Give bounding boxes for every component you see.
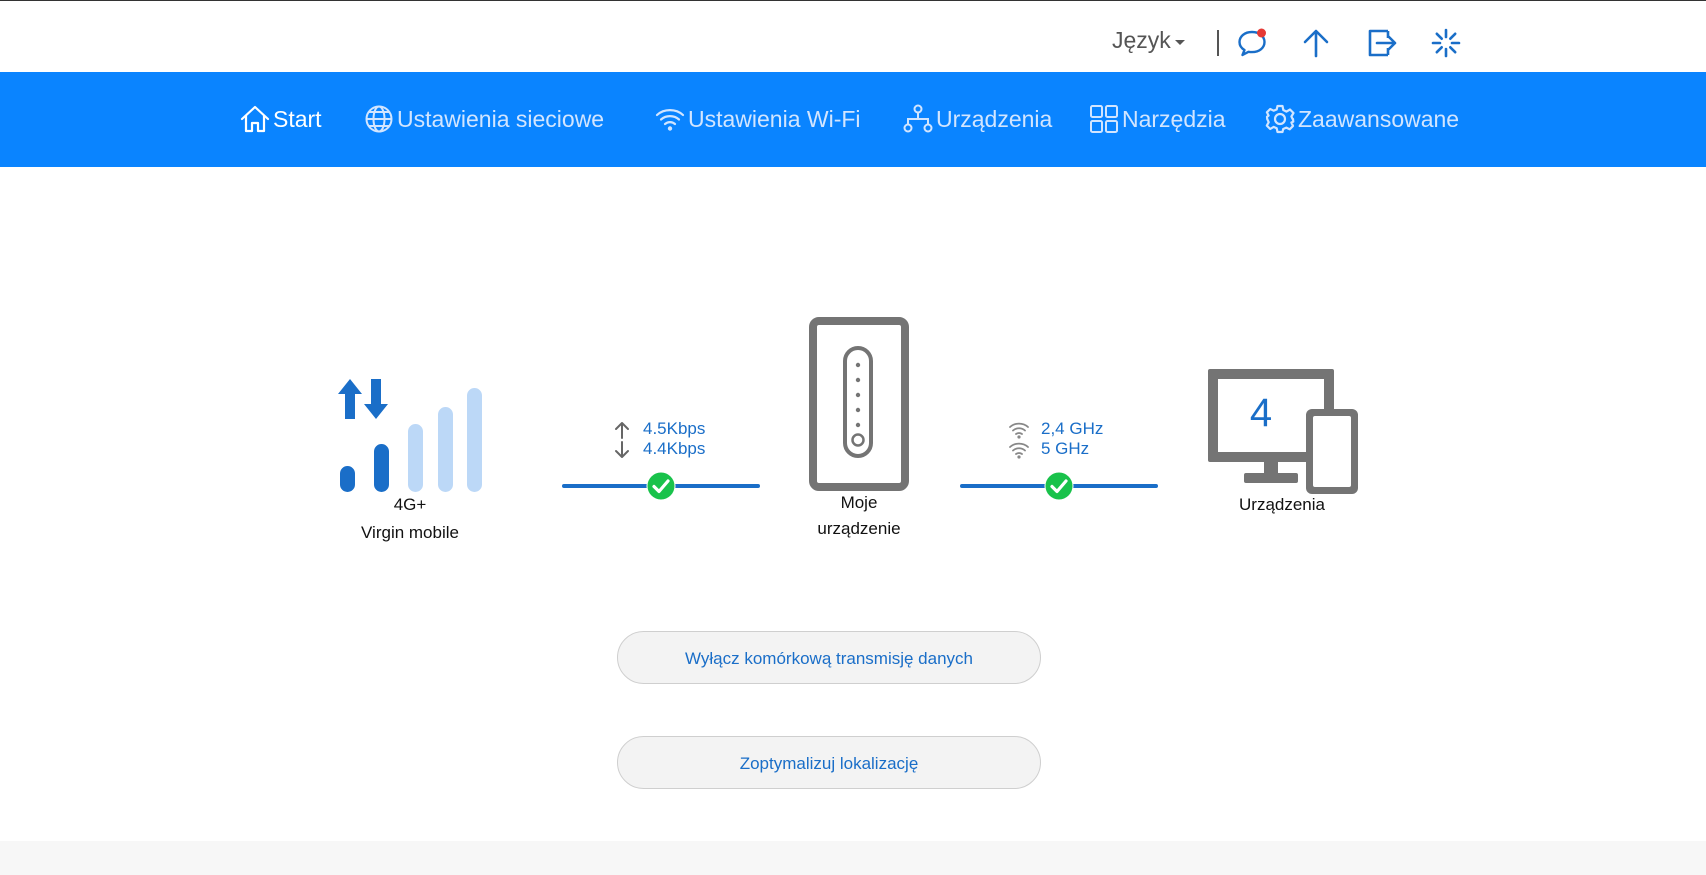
- my-device-label-line1: Moje: [840, 493, 878, 512]
- disable-mobile-data-button[interactable]: Wyłącz komórkową transmisję danych: [617, 631, 1041, 684]
- language-label: Język: [1112, 27, 1171, 53]
- divider: [1217, 30, 1219, 56]
- language-selector[interactable]: Język: [1112, 27, 1185, 54]
- footer: [0, 841, 1706, 875]
- gear-icon: [1265, 104, 1295, 134]
- network-type-label: 4G+: [393, 495, 427, 514]
- connected-devices-label: Urządzenia: [1239, 495, 1325, 514]
- check-circle-icon: [1044, 471, 1074, 501]
- nav-item-label: Narzędzia: [1122, 105, 1226, 132]
- download-rate: 4.4Kbps: [643, 439, 706, 458]
- nav-item-network-settings[interactable]: Ustawienia sieciowe: [363, 103, 604, 135]
- wifi-icon: [1009, 422, 1029, 439]
- home-dashboard: 4G+ Virgin mobile 4.5Kbps 4.4Kbps Moje u…: [0, 167, 1706, 841]
- messages-icon[interactable]: [1236, 27, 1268, 59]
- nav-item-label: Urządzenia: [936, 105, 1053, 132]
- main-navigation: Start Ustawienia sieciowe Ustawienia Wi-…: [0, 72, 1706, 167]
- nav-item-label: Zaawansowane: [1298, 105, 1460, 132]
- my-device-label-line2: urządzenie: [817, 519, 901, 538]
- wifi-band-24ghz: 2,4 GHz: [1041, 419, 1104, 438]
- signal-strength-icon: [338, 379, 482, 492]
- nav-item-advanced[interactable]: Zaawansowane: [1264, 103, 1459, 135]
- wifi-band-5ghz: 5 GHz: [1041, 439, 1090, 458]
- wifi-icon: [1009, 442, 1029, 459]
- nav-item-label: Ustawienia Wi-Fi: [688, 105, 861, 132]
- logout-icon[interactable]: [1366, 27, 1398, 59]
- chevron-down-icon: [1174, 39, 1185, 45]
- nav-item-label: Ustawienia sieciowe: [397, 105, 605, 132]
- router-icon[interactable]: [809, 317, 909, 491]
- grid-icon: [1090, 105, 1118, 133]
- top-bar: Język: [0, 0, 1706, 72]
- wifi-icon: [655, 109, 685, 131]
- connected-devices-widget[interactable]: 4: [1206, 367, 1358, 495]
- nav-item-devices[interactable]: Urządzenia: [902, 103, 1052, 135]
- connected-devices-count: 4: [1249, 391, 1273, 435]
- nav-item-label: Start: [273, 105, 322, 132]
- topology-icon: [903, 104, 933, 133]
- home-icon: [240, 105, 270, 133]
- nav-item-start[interactable]: Start: [239, 103, 322, 135]
- nav-item-wifi-settings[interactable]: Ustawienia Wi-Fi: [654, 103, 861, 135]
- operator-name: Virgin mobile: [361, 523, 459, 542]
- upload-rate: 4.5Kbps: [643, 419, 706, 438]
- arrow-up-icon: [615, 422, 629, 439]
- nav-item-tools[interactable]: Narzędzia: [1088, 103, 1226, 135]
- optimize-location-button[interactable]: Zoptymalizuj lokalizację: [617, 736, 1041, 789]
- globe-icon: [365, 105, 393, 133]
- check-circle-icon: [646, 471, 676, 501]
- update-icon[interactable]: [1300, 27, 1332, 59]
- arrow-down-icon: [615, 441, 629, 458]
- loading-icon: [1431, 28, 1461, 58]
